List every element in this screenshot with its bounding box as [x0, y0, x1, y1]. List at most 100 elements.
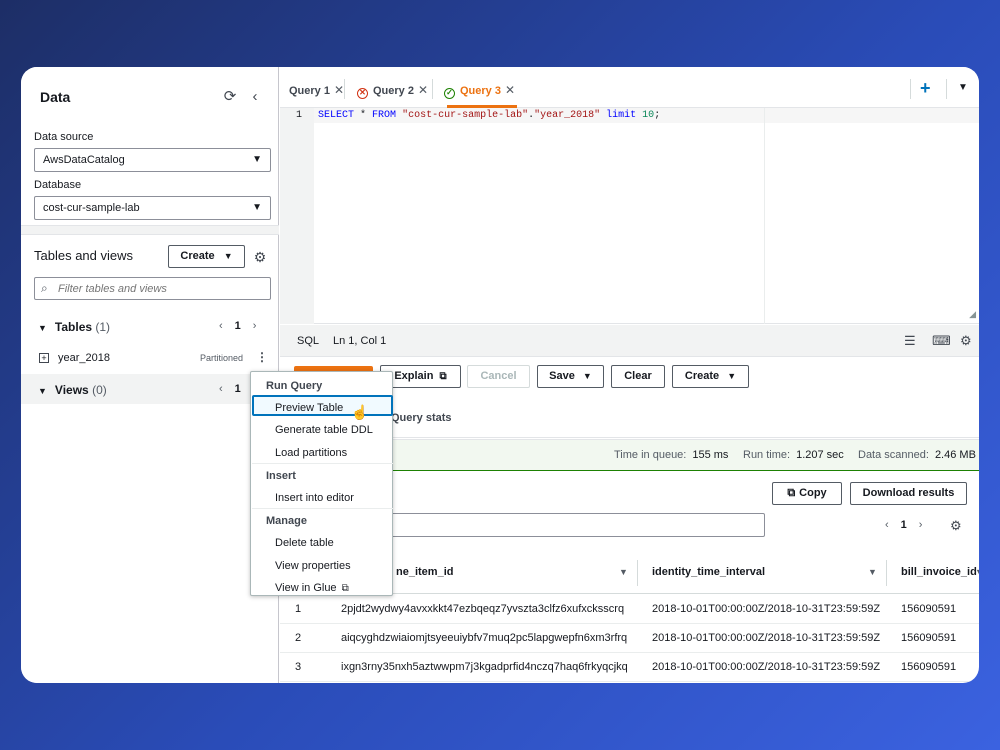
sql-editor[interactable]: 1 SELECT * FROM "cost-cur-sample-lab"."y…	[280, 108, 979, 324]
column-divider	[637, 560, 638, 586]
save-button[interactable]: Save ▼	[537, 365, 604, 388]
table-cell: 2	[295, 632, 302, 644]
table-name: year_2018	[58, 352, 110, 364]
filter-tables-box[interactable]: ⌕	[34, 277, 271, 300]
expand-icon[interactable]: +	[39, 353, 49, 363]
filter-tables-input[interactable]	[58, 280, 258, 297]
close-icon[interactable]: ✕	[505, 83, 515, 97]
results-pager: ‹ 1 ›	[885, 519, 922, 531]
section-divider	[21, 225, 279, 235]
database-value: cost-cur-sample-lab	[43, 202, 140, 214]
column-header[interactable]: identity_time_interval	[652, 566, 765, 578]
query-tabs: Query 1 ✕ ✕ Query 2 ✕ ✓ Query 3 ✕ + ▼	[280, 67, 979, 108]
data-source-select[interactable]: AwsDataCatalog ▼	[34, 148, 271, 172]
create-button-label: Create	[180, 250, 215, 262]
download-label: Download results	[862, 487, 955, 499]
stat-label: Data scanned:	[858, 449, 929, 461]
chevron-down-icon: ▼	[252, 202, 262, 213]
menu-item-generate-ddl[interactable]: Generate table DDL	[275, 424, 373, 436]
menu-divider	[252, 463, 393, 464]
external-link-icon: ⧉	[439, 371, 447, 382]
menu-item-preview-table[interactable]: Preview Table	[275, 402, 343, 414]
table-row-year-2018[interactable]: + year_2018 Partitioned ⋮	[21, 346, 279, 372]
table-cell: 1	[295, 603, 302, 615]
cancel-button[interactable]: Cancel	[467, 365, 530, 388]
menu-item-view-in-glue[interactable]: View in Glue ⧉	[275, 582, 349, 594]
format-query-icon[interactable]: ☰	[904, 333, 916, 349]
add-tab-icon[interactable]: +	[920, 78, 931, 99]
tables-pager: ‹ 1 ›	[219, 320, 256, 332]
partitioned-badge: Partitioned	[200, 353, 244, 363]
table-row: 1 2pjdt2wydwy4avxxkkt47ezbqeqz7yvszta3cl…	[280, 595, 979, 624]
gear-icon[interactable]: ⚙	[252, 249, 268, 265]
menu-group-insert: Insert	[266, 470, 296, 482]
download-results-button[interactable]: Download results	[850, 482, 967, 505]
caret-down-icon: ▼	[223, 251, 233, 261]
column-header[interactable]: bill_invoice_id	[901, 566, 977, 578]
language-indicator: SQL	[297, 335, 320, 347]
more-actions-icon[interactable]: ⋮	[256, 350, 268, 364]
views-section-header[interactable]: ▼ Views (0)	[38, 383, 107, 397]
tab-label: Query 3	[460, 85, 501, 97]
data-panel: Data ⟳ ‹ Data source AwsDataCatalog ▼ Da…	[21, 67, 279, 683]
gear-icon[interactable]: ⚙	[960, 333, 972, 349]
resize-handle-icon[interactable]: ◢	[969, 309, 976, 320]
time-in-queue: Time in queue: 155 ms	[614, 449, 728, 461]
database-select[interactable]: cost-cur-sample-lab ▼	[34, 196, 271, 220]
code-token: SELECT	[318, 110, 355, 121]
menu-item-delete-table[interactable]: Delete table	[275, 537, 334, 549]
gear-icon[interactable]: ⚙	[950, 518, 962, 534]
sort-icon[interactable]: ▼	[619, 567, 628, 577]
tabs-menu-icon[interactable]: ▼	[958, 82, 968, 93]
stat-value: 155 ms	[692, 449, 729, 461]
clear-button[interactable]: Clear	[611, 365, 665, 388]
code-token: *	[354, 110, 373, 121]
close-icon[interactable]: ✕	[418, 83, 428, 97]
prev-page-icon[interactable]: ‹	[885, 519, 889, 531]
create-button[interactable]: Create ▼	[168, 245, 245, 268]
tab-query-2[interactable]: ✕ Query 2 ✕	[357, 83, 428, 99]
table-cell: 2pjdt2wydwy4avxxkkt47ezbqeqz7yvszta3clfz…	[341, 603, 625, 615]
menu-item-label: View in Glue	[275, 582, 337, 594]
copy-icon: ⧉	[787, 487, 796, 499]
menu-divider	[252, 508, 393, 509]
views-count: (0)	[92, 383, 107, 397]
tab-query-1[interactable]: Query 1 ✕	[289, 83, 344, 97]
menu-item-view-properties[interactable]: View properties	[275, 560, 351, 572]
collapse-panel-icon[interactable]: ‹	[247, 89, 263, 105]
menu-item-insert-into-editor[interactable]: Insert into editor	[275, 492, 354, 504]
line-number: 1	[296, 110, 303, 121]
close-icon[interactable]: ✕	[334, 83, 344, 97]
athena-window: Data ⟳ ‹ Data source AwsDataCatalog ▼ Da…	[21, 67, 979, 683]
tab-query-3[interactable]: ✓ Query 3 ✕	[444, 83, 515, 99]
results-filter-input[interactable]	[378, 513, 765, 537]
tab-divider	[344, 79, 345, 99]
menu-item-load-partitions[interactable]: Load partitions	[275, 447, 347, 459]
create-dropdown-button[interactable]: Create ▼	[672, 365, 749, 388]
next-page-icon[interactable]: ›	[919, 519, 923, 531]
tab-divider	[946, 79, 947, 99]
tables-label: Tables	[54, 320, 93, 334]
column-header[interactable]: ne_item_id	[396, 566, 453, 578]
tab-query-stats[interactable]: Query stats	[391, 412, 452, 424]
sort-icon[interactable]: ▼	[975, 567, 979, 577]
next-page-icon[interactable]: ›	[253, 320, 257, 332]
views-page-number: 1	[234, 383, 241, 395]
refresh-icon[interactable]: ⟳	[222, 89, 238, 105]
sql-code[interactable]: SELECT * FROM "cost-cur-sample-lab"."yea…	[318, 110, 660, 121]
caret-down-icon: ▼	[582, 371, 592, 381]
table-row: 3 ixgn3rny35nxh5aztwwpm7j3kgadprfid4nczq…	[280, 653, 979, 682]
menu-group-run-query: Run Query	[266, 380, 323, 392]
cursor-position: Ln 1, Col 1	[333, 335, 387, 347]
tables-views-title: Tables and views	[34, 248, 133, 263]
prev-page-icon[interactable]: ‹	[219, 320, 223, 332]
tables-count: (1)	[95, 320, 111, 334]
prev-page-icon[interactable]: ‹	[219, 383, 223, 395]
keyboard-icon[interactable]: ⌨	[932, 333, 951, 349]
table-context-menu: Run Query Preview Table Generate table D…	[250, 371, 393, 596]
clear-label: Clear	[624, 370, 652, 382]
sort-icon[interactable]: ▼	[868, 567, 877, 577]
copy-button[interactable]: ⧉ Copy	[772, 482, 842, 505]
tables-section-header[interactable]: ▼ Tables (1)	[38, 320, 110, 334]
table-cell: 2018-10-01T00:00:00Z/2018-10-31T23:59:59…	[652, 603, 881, 615]
